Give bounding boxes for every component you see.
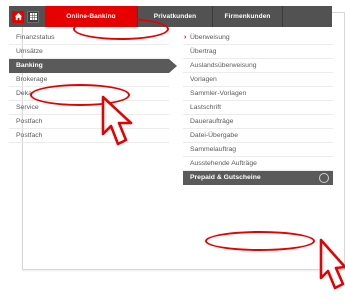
submenu-item-auslandsueberweisung[interactable]: Auslandsüberweisung — [183, 59, 333, 73]
menu-item-banking[interactable]: Banking — [9, 59, 177, 73]
menu-item-brokerage[interactable]: Brokerage — [9, 73, 169, 87]
top-navigation: Online-Banking Privatkunden Firmenkunden — [9, 6, 332, 27]
menu-item-umsaetze[interactable]: Umsätze — [9, 45, 169, 59]
submenu-item-vorlagen[interactable]: Vorlagen — [183, 73, 333, 87]
grid-icon — [29, 13, 37, 20]
submenu-item-ueberweisung[interactable]: › Überweisung — [183, 31, 333, 45]
grid-menu-button[interactable] — [27, 10, 39, 23]
submenu-item-dauerauftraege[interactable]: Daueraufträge — [183, 115, 333, 129]
submenu-item-label: Prepaid & Gutscheine — [190, 174, 261, 181]
submenu-item-label: Überweisung — [190, 34, 230, 41]
menu-item-service[interactable]: Service — [9, 101, 169, 115]
menu-item-postfach-2[interactable]: Postfach — [9, 129, 169, 143]
menu-item-postfach[interactable]: Postfach — [9, 115, 169, 129]
tab-more — [282, 6, 332, 27]
submenu-item-uebertrag[interactable]: Übertrag — [183, 45, 333, 59]
tab-online-banking[interactable]: Online-Banking — [45, 6, 137, 27]
submenu-item-lastschrift[interactable]: Lastschrift — [183, 101, 333, 115]
tab-firmenkunden[interactable]: Firmenkunden — [212, 6, 282, 27]
submenu-item-ausstehende-auftraege[interactable]: Ausstehende Aufträge — [183, 157, 333, 171]
current-marker-icon: › — [184, 34, 187, 41]
left-menu: Finanzstatus Umsätze Banking Brokerage D… — [9, 31, 177, 143]
menu-item-finanzstatus[interactable]: Finanzstatus — [9, 31, 169, 45]
menu-item-deka[interactable]: Deka — [9, 87, 169, 101]
submenu-item-sammler-vorlagen[interactable]: Sammler-Vorlagen — [183, 87, 333, 101]
home-icon — [14, 12, 22, 21]
submenu-item-prepaid-gutscheine[interactable]: Prepaid & Gutscheine — [183, 171, 333, 185]
tab-privatkunden[interactable]: Privatkunden — [137, 6, 212, 27]
submenu-banking: › Überweisung Übertrag Auslandsüberweisu… — [183, 31, 333, 185]
home-button[interactable] — [12, 10, 24, 23]
submenu-item-sammelauftrag[interactable]: Sammelauftrag — [183, 143, 333, 157]
submenu-item-datei-uebergabe[interactable]: Datei-Übergabe — [183, 129, 333, 143]
info-circle-icon — [319, 173, 329, 183]
